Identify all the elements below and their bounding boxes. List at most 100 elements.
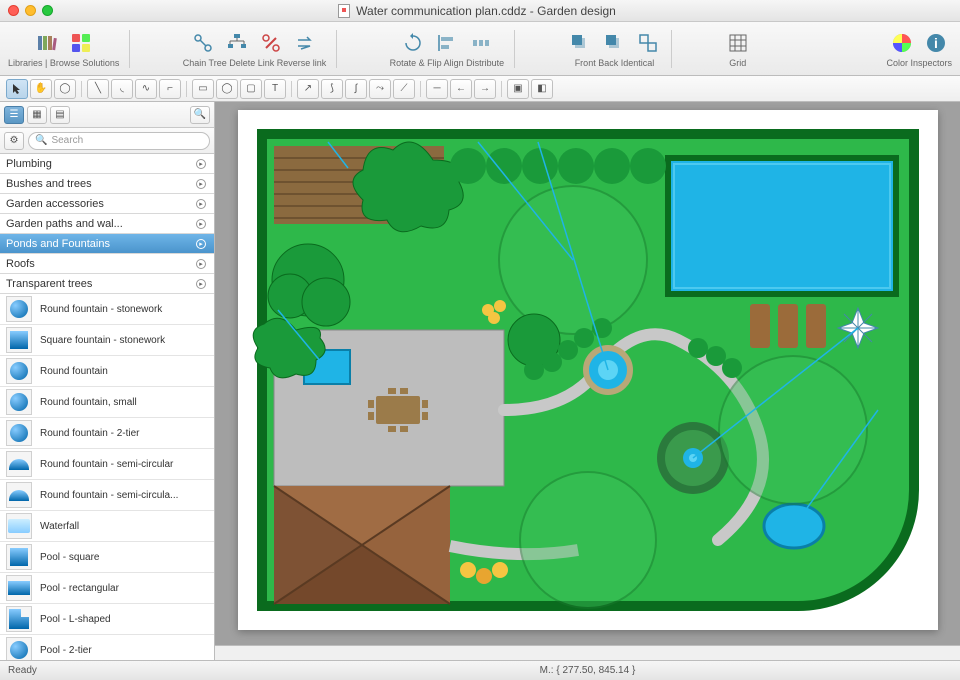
category-item[interactable]: Transparent trees▸ — [0, 274, 214, 294]
rounded-rect-tool-button[interactable]: ▢ — [240, 79, 262, 99]
toolbar-separator — [671, 30, 672, 68]
zoom-window-button[interactable] — [42, 5, 53, 16]
view-tile-button[interactable]: ▦ — [27, 106, 47, 124]
stencil-item[interactable]: Pool - rectangular — [0, 573, 214, 604]
toolbar-group-order: Front Back Identical — [567, 30, 661, 68]
toolbar-group-links: Chain Tree Delete Link Reverse link — [183, 30, 327, 68]
stencil-thumbnail — [6, 451, 32, 477]
disclosure-icon: ▸ — [196, 199, 206, 209]
stencil-label: Pool - square — [40, 552, 99, 563]
stencil-thumbnail — [6, 575, 32, 601]
stencil-thumbnail — [6, 358, 32, 384]
toolbar-separator — [514, 30, 515, 68]
ellipse-tool-button[interactable]: ◯ — [216, 79, 238, 99]
stencil-item[interactable]: Round fountain - 2-tier — [0, 418, 214, 449]
spline-tool-button[interactable]: ∿ — [135, 79, 157, 99]
category-label: Transparent trees — [6, 278, 92, 290]
drawing-canvas[interactable] — [238, 110, 938, 630]
stencil-item[interactable]: Round fountain — [0, 356, 214, 387]
canvas-scroll[interactable] — [215, 102, 960, 645]
category-item[interactable]: Bushes and trees▸ — [0, 174, 214, 194]
toolbar-group-label: Front Back Identical — [575, 58, 655, 68]
category-item[interactable]: Roofs▸ — [0, 254, 214, 274]
arc-connector-button[interactable]: ⟆ — [321, 79, 343, 99]
category-item[interactable]: Garden paths and wal...▸ — [0, 214, 214, 234]
search-filter-button[interactable]: 🔍 — [190, 106, 210, 124]
color-button[interactable] — [889, 30, 915, 56]
minimize-window-button[interactable] — [25, 5, 36, 16]
toolbar-group-label: Libraries | Browse Solutions — [8, 58, 119, 68]
separator — [81, 81, 82, 97]
delete-link-button[interactable] — [258, 30, 284, 56]
back-button[interactable] — [601, 30, 627, 56]
round-connector-button[interactable]: ⟋ — [393, 79, 415, 99]
browse-solutions-button[interactable] — [68, 30, 94, 56]
stencil-label: Round fountain - semi-circular — [40, 459, 173, 470]
status-coords: M.: { 277.50, 845.14 } — [540, 665, 636, 676]
stencil-item[interactable]: Pool - 2-tier — [0, 635, 214, 660]
bezier-connector-button[interactable]: ∫ — [345, 79, 367, 99]
close-window-button[interactable] — [8, 5, 19, 16]
toolbar-group-color: i Color Inspectors — [886, 30, 952, 68]
stencil-item[interactable]: Round fountain - semi-circula... — [0, 480, 214, 511]
separator — [420, 81, 421, 97]
grid-button[interactable] — [725, 30, 751, 56]
front-button[interactable] — [567, 30, 593, 56]
main-toolbar: Libraries | Browse Solutions Chain Tree … — [0, 22, 960, 76]
separator — [186, 81, 187, 97]
stencil-thumbnail — [6, 420, 32, 446]
secondary-toolbar: ✋ ◯ ╲ ◟ ∿ ⌐ ▭ ◯ ▢ T ↗ ⟆ ∫ ⤳ ⟋ ─ ← → ▣ ◧ — [0, 76, 960, 102]
arrow-start-button[interactable]: ← — [450, 79, 472, 99]
color-wheel-icon — [891, 32, 913, 54]
stencil-item[interactable]: Pool - square — [0, 542, 214, 573]
horizontal-scrollbar[interactable] — [215, 645, 960, 660]
align-button[interactable] — [434, 30, 460, 56]
text-tool-button[interactable]: T — [264, 79, 286, 99]
stencil-thumbnail — [6, 482, 32, 508]
category-item[interactable]: Plumbing▸ — [0, 154, 214, 174]
smart-connector-button[interactable]: ⤳ — [369, 79, 391, 99]
separator — [291, 81, 292, 97]
view-list-button[interactable]: ☰ — [4, 106, 24, 124]
distribute-button[interactable] — [468, 30, 494, 56]
arrow-end-button[interactable]: → — [474, 79, 496, 99]
search-input[interactable]: 🔍 Search — [28, 132, 210, 150]
line-tool-button[interactable]: ╲ — [87, 79, 109, 99]
solutions-icon — [70, 32, 92, 54]
hand-tool-button[interactable]: ✋ — [30, 79, 52, 99]
pointer-tool-button[interactable] — [6, 79, 28, 99]
stencil-label: Pool - 2-tier — [40, 645, 92, 656]
category-item[interactable]: Garden accessories▸ — [0, 194, 214, 214]
stencil-item[interactable]: Waterfall — [0, 511, 214, 542]
fill-button[interactable]: ▣ — [507, 79, 529, 99]
tree-button[interactable] — [224, 30, 250, 56]
arc-tool-button[interactable]: ◟ — [111, 79, 133, 99]
stencil-label: Waterfall — [40, 521, 79, 532]
libraries-button[interactable] — [34, 30, 60, 56]
reverse-link-button[interactable] — [292, 30, 318, 56]
reverse-link-icon — [294, 32, 316, 54]
rect-tool-button[interactable]: ▭ — [192, 79, 214, 99]
stencil-item[interactable]: Round fountain - stonework — [0, 294, 214, 325]
view-detail-button[interactable]: ▤ — [50, 106, 70, 124]
stencil-label: Round fountain - stonework — [40, 304, 162, 315]
category-item[interactable]: Ponds and Fountains▸ — [0, 234, 214, 254]
stencil-item[interactable]: Round fountain, small — [0, 387, 214, 418]
direct-line-button[interactable]: ↗ — [297, 79, 319, 99]
chain-button[interactable] — [190, 30, 216, 56]
stencil-item[interactable]: Square fountain - stonework — [0, 325, 214, 356]
rotate-icon — [402, 32, 424, 54]
library-sidebar: ☰ ▦ ▤ 🔍 ⚙ 🔍 Search Plumbing▸Bushes and t… — [0, 102, 215, 660]
connector-tool-button[interactable]: ⌐ — [159, 79, 181, 99]
linestyle-button[interactable]: ─ — [426, 79, 448, 99]
lasso-tool-button[interactable]: ◯ — [54, 79, 76, 99]
tree-icon — [226, 32, 248, 54]
filter-button[interactable]: ⚙ — [4, 132, 24, 150]
identical-button[interactable] — [635, 30, 661, 56]
rotate-flip-button[interactable] — [400, 30, 426, 56]
stencil-item[interactable]: Pool - L-shaped — [0, 604, 214, 635]
shadow-button[interactable]: ◧ — [531, 79, 553, 99]
back-icon — [603, 32, 625, 54]
stencil-item[interactable]: Round fountain - semi-circular — [0, 449, 214, 480]
inspectors-button[interactable]: i — [923, 30, 949, 56]
